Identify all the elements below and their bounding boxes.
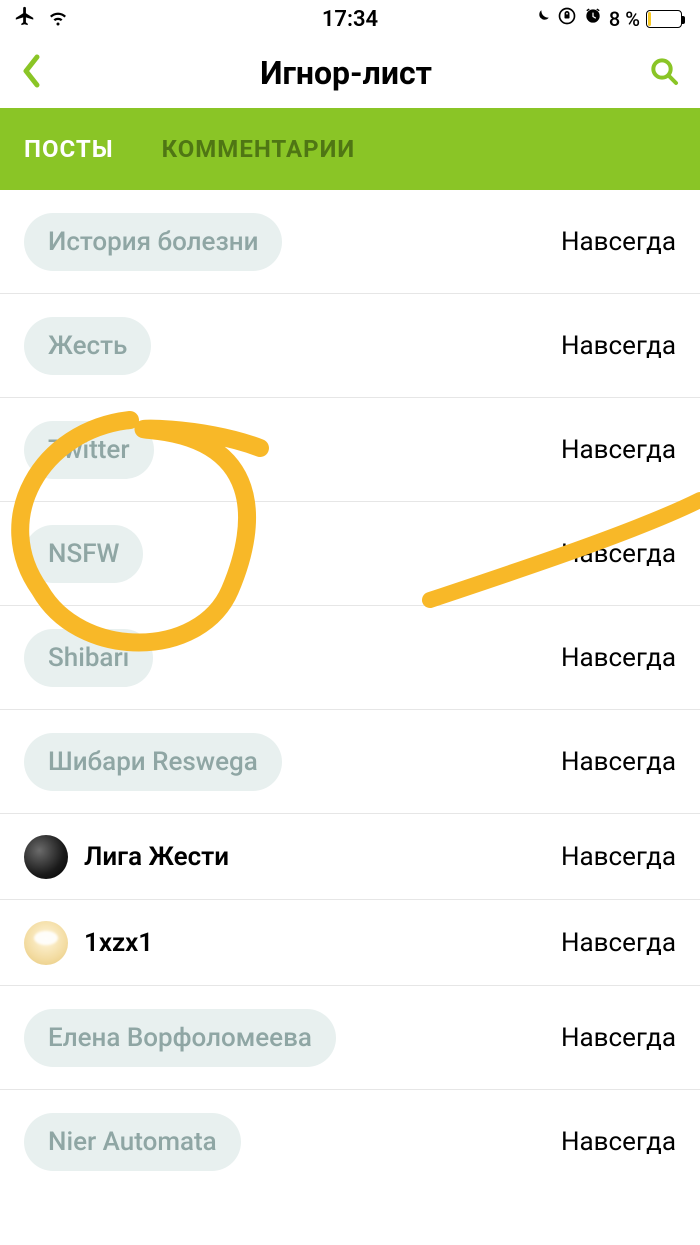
ignore-list: История болезни Навсегда Жесть Навсегда … xyxy=(0,190,700,1194)
tag-chip: История болезни xyxy=(24,213,282,271)
back-button[interactable] xyxy=(20,53,44,93)
list-item[interactable]: NSFW Навсегда xyxy=(0,502,700,606)
duration-label: Навсегда xyxy=(561,435,676,465)
list-item[interactable]: Жесть Навсегда xyxy=(0,294,700,398)
tabs-bar: ПОСТЫ КОММЕНТАРИИ xyxy=(0,108,700,190)
list-item[interactable]: Shibari Навсегда xyxy=(0,606,700,710)
tag-chip: NSFW xyxy=(24,525,143,583)
user-label: 1xzx1 xyxy=(84,928,153,958)
list-item[interactable]: Шибари Reswega Навсегда xyxy=(0,710,700,814)
list-item[interactable]: Nier Automata Навсегда xyxy=(0,1090,700,1194)
user-label: Лига Жести xyxy=(84,842,229,872)
tab-posts[interactable]: ПОСТЫ xyxy=(24,135,114,163)
tag-chip: Жесть xyxy=(24,317,151,375)
tag-chip: Nier Automata xyxy=(24,1113,241,1171)
orientation-lock-icon xyxy=(557,6,577,32)
duration-label: Навсегда xyxy=(561,842,676,872)
duration-label: Навсегда xyxy=(561,1127,676,1157)
tab-comments[interactable]: КОММЕНТАРИИ xyxy=(162,135,356,163)
battery-icon xyxy=(646,10,682,28)
duration-label: Навсегда xyxy=(561,643,676,673)
page-title: Игнор-лист xyxy=(260,54,432,92)
list-item[interactable]: История болезни Навсегда xyxy=(0,190,700,294)
duration-label: Навсегда xyxy=(561,1023,676,1053)
status-bar: 17:34 8 % xyxy=(0,0,700,38)
duration-label: Навсегда xyxy=(561,331,676,361)
tag-chip: Shibari xyxy=(24,629,153,687)
list-item[interactable]: Лига Жести Навсегда xyxy=(0,814,700,900)
duration-label: Навсегда xyxy=(561,747,676,777)
wifi-icon xyxy=(46,4,70,34)
list-item[interactable]: Елена Ворфоломеева Навсегда xyxy=(0,986,700,1090)
list-item[interactable]: Twitter Навсегда xyxy=(0,398,700,502)
app-header: Игнор-лист xyxy=(0,38,700,108)
search-button[interactable] xyxy=(648,55,680,91)
duration-label: Навсегда xyxy=(561,539,676,569)
avatar xyxy=(24,835,68,879)
tag-chip: Twitter xyxy=(24,421,154,479)
avatar xyxy=(24,921,68,965)
tag-chip: Елена Ворфоломеева xyxy=(24,1009,336,1067)
moon-icon xyxy=(533,7,551,32)
tag-chip: Шибари Reswega xyxy=(24,733,282,791)
status-right: 8 % xyxy=(533,6,682,32)
airplane-mode-icon xyxy=(14,5,36,33)
status-left xyxy=(14,4,70,34)
battery-percent: 8 % xyxy=(609,7,640,31)
status-time: 17:34 xyxy=(322,7,378,32)
duration-label: Навсегда xyxy=(561,928,676,958)
alarm-icon xyxy=(583,6,603,32)
list-item[interactable]: 1xzx1 Навсегда xyxy=(0,900,700,986)
duration-label: Навсегда xyxy=(561,227,676,257)
